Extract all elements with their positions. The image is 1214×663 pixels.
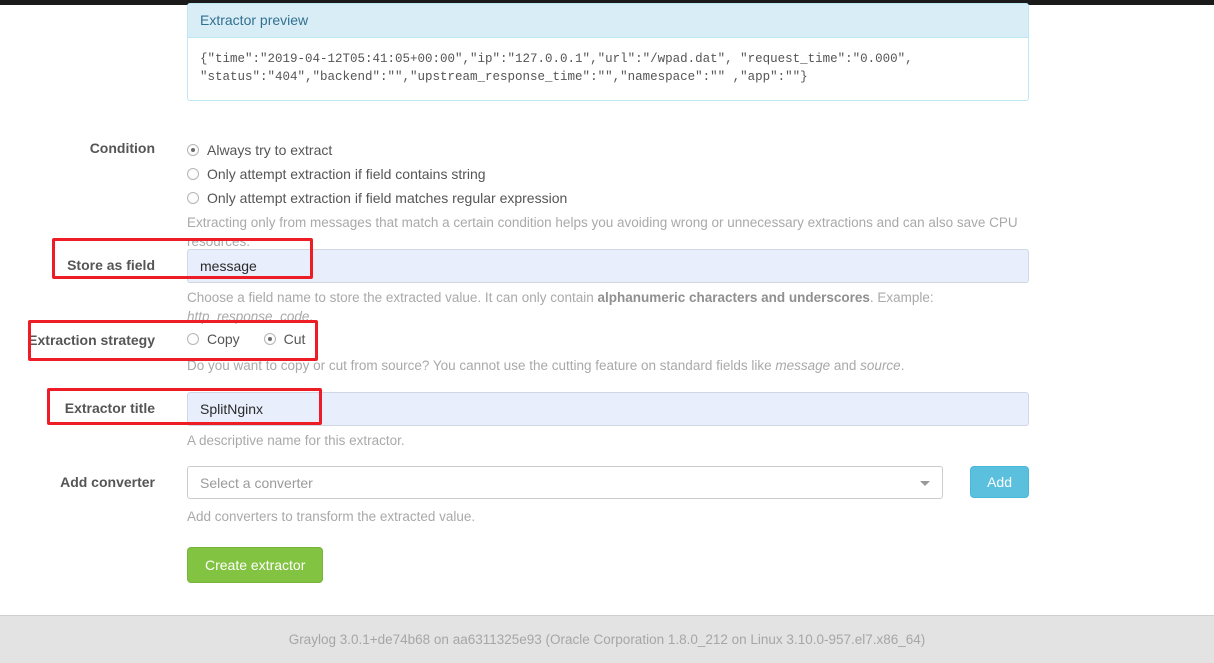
store-as-field-input[interactable] — [187, 249, 1029, 283]
extraction-strategy-help-italic-source: source — [860, 358, 901, 373]
radio-label-regex: Only attempt extraction if field matches… — [207, 190, 568, 206]
extraction-strategy-help-middle: and — [830, 358, 861, 373]
extractor-title-label: Extractor title — [64, 400, 155, 416]
add-converter-help: Add converters to transform the extracte… — [187, 509, 476, 524]
store-as-field-help-prefix: Choose a field name to store the extract… — [187, 290, 598, 305]
radio-strategy-cut[interactable]: Cut — [263, 331, 306, 347]
extraction-strategy-help-italic-message: message — [775, 358, 831, 373]
add-converter-label: Add converter — [60, 474, 155, 490]
radio-only-if-contains-string[interactable]: Only attempt extraction if field contain… — [187, 163, 1029, 185]
radio-always-try-to-extract[interactable]: Always try to extract — [187, 139, 1029, 161]
extraction-strategy-help-suffix: . — [900, 358, 905, 373]
extractor-preview-content: {"time":"2019-04-12T05:41:05+00:00","ip"… — [200, 52, 913, 84]
radio-label-cut: Cut — [283, 331, 306, 347]
extraction-strategy-help-prefix: Do you want to copy or cut from source? … — [187, 358, 776, 373]
radio-strategy-copy[interactable]: Copy — [187, 331, 240, 347]
extractor-title-help: A descriptive name for this extractor. — [187, 433, 405, 448]
submit-area: Create extractor — [187, 547, 324, 583]
footer-version-text: Graylog 3.0.1+de74b68 on aa6311325e93 (O… — [288, 632, 926, 647]
condition-label: Condition — [89, 140, 155, 156]
extractor-title-input[interactable] — [187, 392, 1029, 426]
store-as-field-label: Store as field — [67, 257, 155, 273]
converter-select-placeholder: Select a converter — [200, 474, 313, 491]
create-extractor-button[interactable]: Create extractor — [187, 547, 324, 583]
page-footer: Graylog 3.0.1+de74b68 on aa6311325e93 (O… — [0, 615, 1214, 663]
extraction-strategy-control: Copy Cut Do you want to copy or cut from… — [187, 331, 1029, 375]
radio-label-always: Always try to extract — [207, 142, 333, 158]
extraction-strategy-label: Extraction strategy — [28, 332, 155, 348]
store-as-field-help-middle: . Example: — [869, 290, 934, 305]
condition-options: Always try to extract Only attempt extra… — [187, 139, 1029, 251]
add-converter-button[interactable]: Add — [970, 466, 1029, 498]
extractor-preview-panel: Extractor preview {"time":"2019-04-12T05… — [187, 3, 1029, 101]
add-converter-control: Select a converter Add Add converters to… — [187, 466, 1029, 526]
store-as-field-help-bold: alphanumeric characters and underscores — [597, 290, 870, 305]
store-as-field-help-suffix: . — [309, 309, 314, 324]
extraction-strategy-help: Do you want to copy or cut from source? … — [187, 356, 1029, 375]
store-as-field-help-example: http_response_code — [187, 309, 310, 324]
radio-icon-copy[interactable] — [187, 333, 199, 345]
radio-only-if-matches-regex[interactable]: Only attempt extraction if field matches… — [187, 187, 1029, 209]
chevron-down-icon[interactable] — [919, 480, 930, 486]
radio-label-contains: Only attempt extraction if field contain… — [207, 166, 486, 182]
extractor-preview-heading: Extractor preview — [188, 4, 1028, 38]
radio-label-copy: Copy — [207, 331, 240, 347]
radio-icon-cut[interactable] — [263, 333, 276, 345]
radio-icon-contains[interactable] — [187, 168, 199, 180]
extractor-form-page: Extractor preview {"time":"2019-04-12T05… — [0, 0, 1214, 663]
store-as-field-control: Choose a field name to store the extract… — [187, 249, 1029, 326]
condition-help-text: Extracting only from messages that match… — [187, 215, 1018, 249]
radio-icon-always[interactable] — [187, 144, 199, 156]
store-as-field-help: Choose a field name to store the extract… — [187, 288, 1029, 326]
radio-icon-regex[interactable] — [187, 192, 199, 204]
converter-select[interactable]: Select a converter — [187, 466, 943, 499]
extractor-title-control: A descriptive name for this extractor. — [187, 392, 1029, 450]
